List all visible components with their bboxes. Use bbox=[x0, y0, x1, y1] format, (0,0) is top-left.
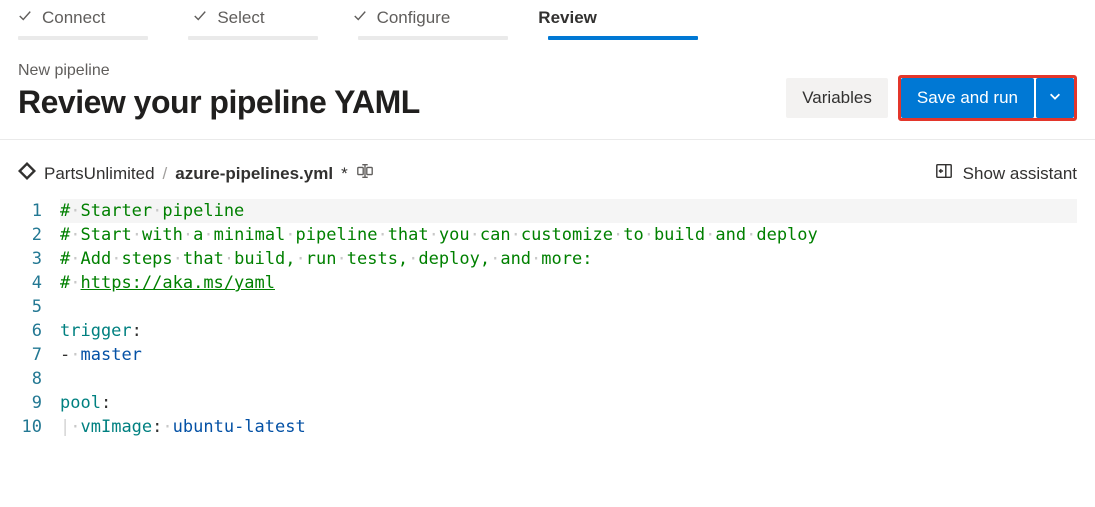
line-number: 10 bbox=[18, 415, 60, 439]
chevron-down-icon bbox=[1048, 88, 1062, 108]
breadcrumb-filename: azure-pipelines.yml bbox=[175, 164, 333, 184]
repo-icon bbox=[18, 162, 36, 185]
line-number: 8 bbox=[18, 367, 60, 391]
code-content[interactable]: | vmImage: ubuntu-latest bbox=[60, 415, 1077, 439]
line-number: 9 bbox=[18, 391, 60, 415]
breadcrumb-separator: / bbox=[163, 164, 168, 184]
checkmark-icon bbox=[193, 8, 207, 28]
tab-underline-segment bbox=[188, 36, 318, 40]
editor-line: 2# Start with a minimal pipeline that yo… bbox=[18, 223, 1077, 247]
code-content[interactable] bbox=[60, 295, 1077, 319]
header-actions: Variables Save and run bbox=[786, 75, 1077, 121]
editor-line: 5 bbox=[18, 295, 1077, 319]
breadcrumb-repo[interactable]: PartsUnlimited bbox=[44, 164, 155, 184]
save-and-run-dropdown[interactable] bbox=[1036, 78, 1074, 118]
line-number: 1 bbox=[18, 199, 60, 223]
wizard-tabs: Connect Select Configure Review bbox=[0, 0, 1095, 36]
line-number: 4 bbox=[18, 271, 60, 295]
line-number: 3 bbox=[18, 247, 60, 271]
code-content[interactable]: pool: bbox=[60, 391, 1077, 415]
wizard-tab-configure[interactable]: Configure bbox=[353, 0, 451, 36]
panel-expand-icon bbox=[935, 162, 953, 185]
editor-line: 4# https://aka.ms/yaml bbox=[18, 271, 1077, 295]
wizard-tab-select[interactable]: Select bbox=[193, 0, 264, 36]
save-and-run-button[interactable]: Save and run bbox=[901, 78, 1034, 118]
dirty-indicator: * bbox=[341, 164, 348, 184]
checkmark-icon bbox=[353, 8, 367, 28]
wizard-tab-label: Configure bbox=[377, 8, 451, 28]
breadcrumb: PartsUnlimited / azure-pipelines.yml * bbox=[18, 162, 374, 185]
page-title: Review your pipeline YAML bbox=[18, 84, 420, 121]
save-run-highlight: Save and run bbox=[898, 75, 1077, 121]
line-number: 7 bbox=[18, 343, 60, 367]
line-number: 6 bbox=[18, 319, 60, 343]
code-content[interactable]: - master bbox=[60, 343, 1077, 367]
yaml-editor[interactable]: 1# Starter pipeline2# Start with a minim… bbox=[0, 199, 1095, 447]
code-content[interactable]: # https://aka.ms/yaml bbox=[60, 271, 1077, 295]
show-assistant-label: Show assistant bbox=[963, 164, 1077, 184]
wizard-tab-connect[interactable]: Connect bbox=[18, 0, 105, 36]
variables-button[interactable]: Variables bbox=[786, 78, 888, 118]
page-pretitle: New pipeline bbox=[18, 62, 420, 80]
tab-underline-segment bbox=[18, 36, 148, 40]
tab-underline-segment bbox=[358, 36, 508, 40]
wizard-tab-label: Review bbox=[538, 8, 597, 28]
wizard-tab-label: Connect bbox=[42, 8, 105, 28]
editor-line: 6trigger: bbox=[18, 319, 1077, 343]
wizard-tab-review[interactable]: Review bbox=[538, 0, 597, 36]
wizard-tab-label: Select bbox=[217, 8, 264, 28]
line-number: 5 bbox=[18, 295, 60, 319]
code-content[interactable]: trigger: bbox=[60, 319, 1077, 343]
show-assistant-button[interactable]: Show assistant bbox=[935, 162, 1077, 185]
title-block: New pipeline Review your pipeline YAML bbox=[18, 62, 420, 121]
editor-line: 7- master bbox=[18, 343, 1077, 367]
code-content[interactable] bbox=[60, 367, 1077, 391]
tab-underline-segment bbox=[548, 36, 698, 40]
code-content[interactable]: # Start with a minimal pipeline that you… bbox=[60, 223, 1077, 247]
editor-line: 9pool: bbox=[18, 391, 1077, 415]
code-content[interactable]: # Starter pipeline bbox=[60, 199, 1077, 223]
editor-toolbar: PartsUnlimited / azure-pipelines.yml * S… bbox=[0, 140, 1095, 199]
editor-line: 8 bbox=[18, 367, 1077, 391]
editor-line: 1# Starter pipeline bbox=[18, 199, 1077, 223]
editor-line: 3# Add steps that build, run tests, depl… bbox=[18, 247, 1077, 271]
checkmark-icon bbox=[18, 8, 32, 28]
page-header: New pipeline Review your pipeline YAML V… bbox=[0, 40, 1095, 140]
editor-line: 10| vmImage: ubuntu-latest bbox=[18, 415, 1077, 439]
code-content[interactable]: # Add steps that build, run tests, deplo… bbox=[60, 247, 1077, 271]
line-number: 2 bbox=[18, 223, 60, 247]
rename-icon[interactable] bbox=[356, 162, 374, 185]
